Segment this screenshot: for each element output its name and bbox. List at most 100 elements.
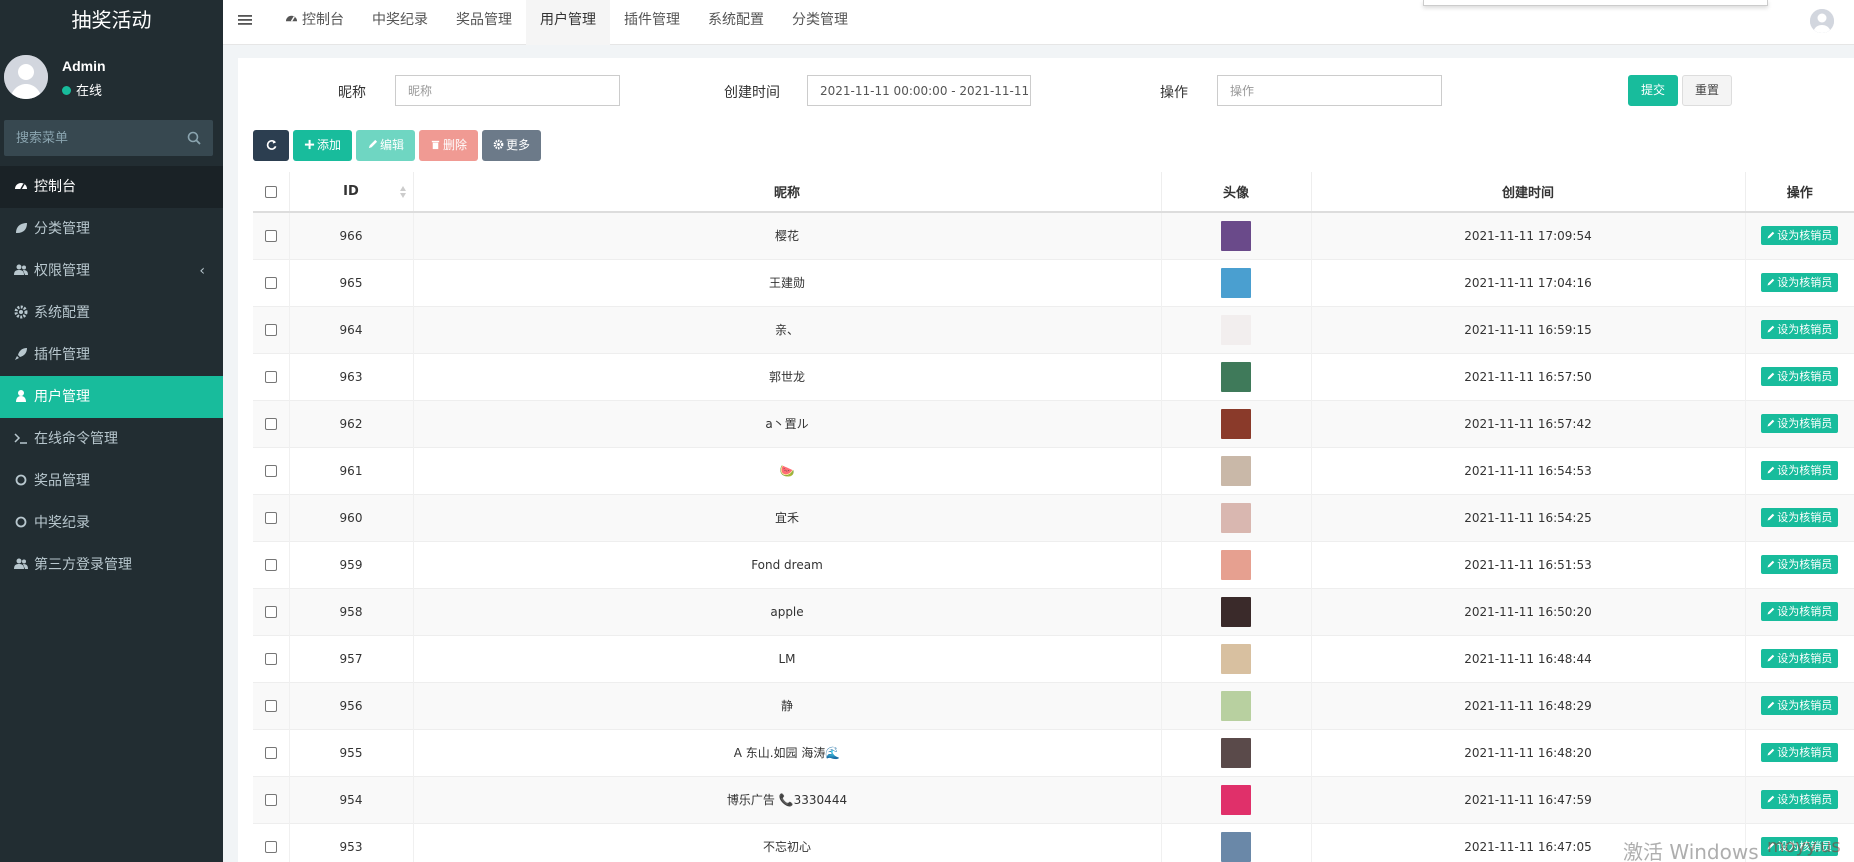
set-verifier-button[interactable]: 设为核销员 (1761, 414, 1839, 433)
pencil-icon (1767, 607, 1775, 615)
user-avatar-thumbnail[interactable] (1221, 314, 1251, 345)
cell-id: 963 (288, 352, 413, 400)
sidebar-item-category[interactable]: 分类管理 (0, 208, 223, 250)
user-avatar-thumbnail[interactable] (1221, 502, 1251, 533)
user-avatar-thumbnail[interactable] (1221, 220, 1251, 251)
row-checkbox[interactable] (264, 277, 277, 289)
row-checkbox[interactable] (264, 324, 277, 336)
tab-config[interactable]: 系统配置 (694, 0, 778, 45)
user-avatar-thumbnail[interactable] (1221, 643, 1251, 674)
user-avatar-thumbnail[interactable] (1221, 549, 1251, 580)
tab-category[interactable]: 分类管理 (778, 0, 862, 45)
refresh-button[interactable] (253, 130, 289, 161)
reset-button[interactable]: 重置 (1682, 75, 1732, 106)
sidebar-item-plugin[interactable]: 插件管理 (0, 334, 223, 376)
user-avatar-thumbnail[interactable] (1221, 455, 1251, 486)
set-verifier-button[interactable]: 设为核销员 (1761, 555, 1839, 574)
cell-avatar (1160, 681, 1311, 729)
chevron-left-icon: ‹ (199, 263, 205, 279)
dashboard-icon (15, 183, 27, 190)
set-verifier-button[interactable]: 设为核销员 (1761, 367, 1839, 386)
leaf-icon (16, 223, 27, 233)
edit-button[interactable]: 编辑 (356, 130, 416, 161)
tab-winning-records[interactable]: 中奖纪录 (358, 0, 442, 45)
tab-users[interactable]: 用户管理 (526, 0, 610, 45)
set-verifier-button[interactable]: 设为核销员 (1761, 743, 1839, 762)
set-verifier-label: 设为核销员 (1777, 699, 1833, 712)
cell-id: 958 (288, 587, 413, 635)
select-all-checkbox[interactable] (264, 185, 277, 198)
set-verifier-button[interactable]: 设为核销员 (1761, 320, 1839, 339)
row-checkbox[interactable] (264, 747, 277, 759)
sidebar-item-prize[interactable]: 奖品管理 (0, 460, 223, 502)
row-checkbox[interactable] (264, 606, 277, 618)
table-row: 953 不忘初心 2021-11-11 16:47:05 设为核销员 (253, 822, 1854, 862)
row-checkbox[interactable] (264, 418, 277, 430)
sidebar-item-users[interactable]: 用户管理 (0, 376, 223, 418)
tab-plugin[interactable]: 插件管理 (610, 0, 694, 45)
row-checkbox[interactable] (264, 559, 277, 571)
row-checkbox[interactable] (264, 230, 277, 243)
set-verifier-button[interactable]: 设为核销员 (1761, 273, 1839, 292)
tab-prize[interactable]: 奖品管理 (442, 0, 526, 45)
tab-dashboard[interactable]: 控制台 (271, 0, 358, 45)
row-checkbox[interactable] (264, 700, 277, 712)
row-checkbox[interactable] (264, 794, 277, 806)
menu-toggle-icon[interactable] (238, 13, 252, 27)
set-verifier-button[interactable]: 设为核销员 (1761, 226, 1839, 246)
table-row: 961 🍉 2021-11-11 16:54:53 设为核销员 (253, 446, 1854, 494)
set-verifier-label: 设为核销员 (1777, 558, 1833, 571)
tab-label: 系统配置 (708, 12, 764, 28)
table-row: 960 宜禾 2021-11-11 16:54:25 设为核销员 (253, 493, 1854, 541)
pencil-icon (1767, 795, 1775, 803)
user-avatar-thumbnail[interactable] (1221, 737, 1251, 768)
search-icon[interactable] (187, 131, 201, 145)
sidebar-item-winning[interactable]: 中奖纪录 (0, 502, 223, 544)
top-avatar[interactable] (1810, 9, 1834, 33)
set-verifier-button[interactable]: 设为核销员 (1761, 602, 1839, 621)
set-verifier-button[interactable]: 设为核销员 (1761, 649, 1839, 668)
sidebar-item-command[interactable]: 在线命令管理 (0, 418, 223, 460)
set-verifier-label: 设为核销员 (1777, 746, 1833, 759)
cell-nickname: Fond dream (412, 540, 1161, 588)
nickname-input[interactable] (395, 75, 620, 106)
header-id[interactable]: ID (288, 172, 413, 213)
cell-nickname: 樱花 (412, 211, 1161, 259)
user-avatar-thumbnail[interactable] (1221, 361, 1251, 392)
submit-button[interactable]: 提交 (1628, 75, 1678, 106)
set-verifier-button[interactable]: 设为核销员 (1761, 790, 1839, 809)
created-range-input[interactable] (807, 75, 1031, 106)
row-checkbox[interactable] (264, 653, 277, 665)
add-button[interactable]: 添加 (293, 130, 353, 161)
delete-button[interactable]: 删除 (419, 130, 479, 161)
sidebar-search-input[interactable] (4, 120, 213, 156)
cell-id: 961 (288, 446, 413, 494)
user-avatar-thumbnail[interactable] (1221, 690, 1251, 721)
sidebar-item-permission[interactable]: 权限管理 ‹ (0, 250, 223, 292)
set-verifier-button[interactable]: 设为核销员 (1761, 696, 1839, 715)
set-verifier-button[interactable]: 设为核销员 (1761, 508, 1839, 527)
more-button[interactable]: 更多 (482, 130, 542, 161)
action-input[interactable] (1217, 75, 1442, 106)
app-title[interactable]: 抽奖活动 (0, 0, 223, 40)
refresh-icon (266, 140, 276, 150)
user-avatar-thumbnail[interactable] (1221, 831, 1251, 862)
user-avatar-thumbnail[interactable] (1221, 267, 1251, 298)
sidebar-item-third-party[interactable]: 第三方登录管理 (0, 544, 223, 586)
row-checkbox[interactable] (264, 465, 277, 477)
row-checkbox[interactable] (264, 512, 277, 524)
sidebar-item-dashboard[interactable]: 控制台 (0, 166, 223, 208)
user-status-text: 在线 (76, 83, 103, 98)
set-verifier-button[interactable]: 设为核销员 (1761, 461, 1839, 480)
cell-nickname: A 东山.如园 海涛🌊 (412, 728, 1161, 776)
row-checkbox[interactable] (264, 371, 277, 383)
set-verifier-label: 设为核销员 (1777, 793, 1833, 806)
user-avatar-thumbnail[interactable] (1221, 784, 1251, 815)
cell-id: 959 (288, 540, 413, 588)
sidebar-item-config[interactable]: 系统配置 (0, 292, 223, 334)
cell-avatar (1160, 211, 1311, 259)
row-checkbox[interactable] (264, 841, 277, 854)
cell-avatar (1160, 728, 1311, 776)
user-avatar-thumbnail[interactable] (1221, 596, 1251, 627)
user-avatar-thumbnail[interactable] (1221, 408, 1251, 439)
